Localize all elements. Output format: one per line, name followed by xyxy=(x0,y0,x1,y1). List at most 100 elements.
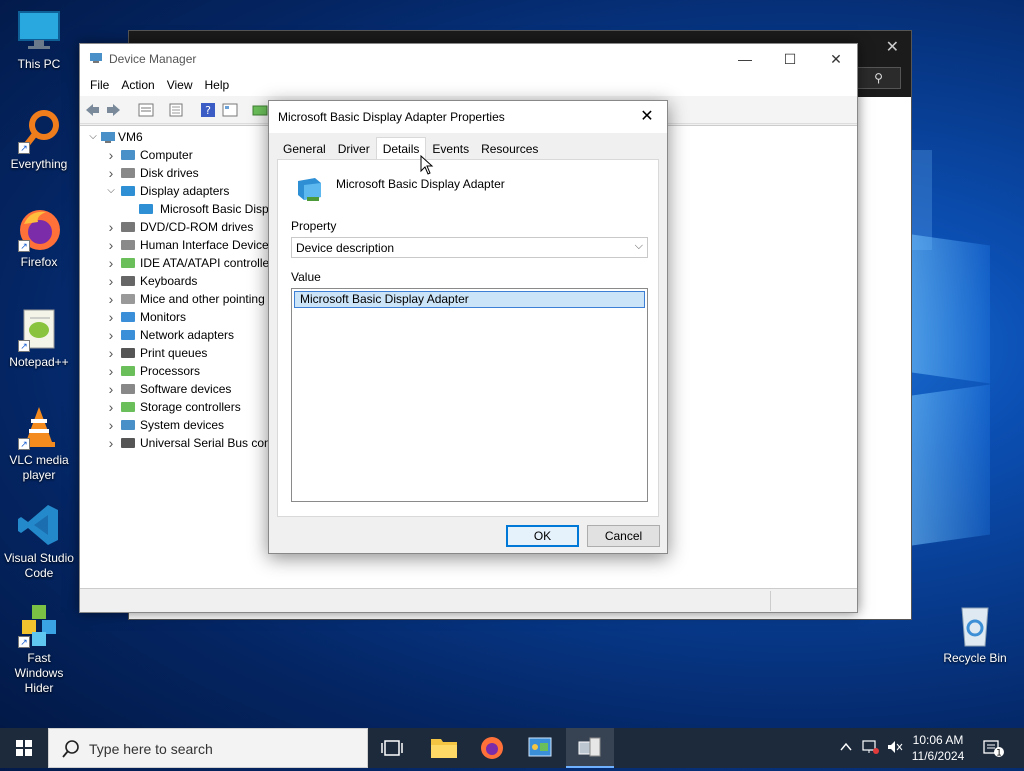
menu-action[interactable]: Action xyxy=(115,74,160,96)
monitor-icon xyxy=(16,8,62,54)
value-list-item[interactable]: Microsoft Basic Display Adapter xyxy=(294,291,645,308)
device-manager-titlebar: Device Manager — ☐ ✕ xyxy=(80,44,857,74)
chevron-right-icon[interactable]: › xyxy=(106,218,116,236)
start-button[interactable] xyxy=(0,728,48,768)
chevron-right-icon[interactable]: › xyxy=(106,236,116,254)
chevron-right-icon[interactable]: › xyxy=(106,380,116,398)
task-view-icon xyxy=(381,740,403,756)
menu-help[interactable]: Help xyxy=(199,74,236,96)
chevron-right-icon[interactable]: › xyxy=(106,290,116,308)
ok-button[interactable]: OK xyxy=(506,525,579,547)
desktop-icon-label: Firefox xyxy=(20,255,58,269)
taskbar-file-explorer[interactable] xyxy=(422,728,466,768)
value-listbox[interactable]: Microsoft Basic Display Adapter xyxy=(291,288,648,502)
desktop-icon-fast-windows-hider[interactable]: ↗ Fast Windows Hider xyxy=(2,602,76,696)
chevron-right-icon[interactable]: › xyxy=(106,362,116,380)
desktop-icon-label: Visual Studio Code xyxy=(4,551,74,580)
notification-center-icon[interactable]: 1 xyxy=(982,738,1004,761)
chevron-down-icon: ⌵ xyxy=(634,240,643,252)
forward-arrow-icon[interactable] xyxy=(106,102,122,118)
cubes-icon: ↗ xyxy=(16,602,62,648)
back-arrow-icon[interactable] xyxy=(84,102,100,118)
dialog-title: Microsoft Basic Display Adapter Properti… xyxy=(278,110,505,124)
search-icon xyxy=(62,740,79,758)
tab-driver[interactable]: Driver xyxy=(332,139,376,159)
chevron-right-icon[interactable]: › xyxy=(106,416,116,434)
chevron-right-icon[interactable]: › xyxy=(106,308,116,326)
maximize-button[interactable]: ☐ xyxy=(767,48,813,70)
device-category-icon xyxy=(120,219,136,235)
device-category-icon xyxy=(120,417,136,433)
close-button[interactable]: ✕ xyxy=(813,48,859,70)
tree-item-label: Keyboards xyxy=(140,274,198,288)
shortcut-arrow-icon: ↗ xyxy=(18,142,30,154)
chevron-down-icon[interactable]: ⌵ xyxy=(88,128,98,146)
taskbar-device-manager[interactable] xyxy=(566,728,614,768)
tree-item-label: Universal Serial Bus cont xyxy=(140,436,275,450)
properties-icon[interactable] xyxy=(138,102,154,118)
menu-view[interactable]: View xyxy=(161,74,199,96)
chevron-right-icon[interactable]: › xyxy=(106,164,116,182)
device-manager-icon xyxy=(578,737,601,757)
chevron-up-icon[interactable] xyxy=(838,739,854,758)
notepad-plus-plus-icon: ↗ xyxy=(16,306,62,352)
chevron-right-icon[interactable]: › xyxy=(106,344,116,362)
property-dropdown[interactable]: Device description ⌵ xyxy=(291,237,648,258)
close-icon[interactable]: ✕ xyxy=(886,37,899,57)
desktop-icon-recycle-bin[interactable]: Recycle Bin xyxy=(938,602,1012,666)
menu-bar: File Action View Help xyxy=(80,74,857,96)
desktop-icon-vscode[interactable]: Visual Studio Code xyxy=(2,502,76,581)
chevron-right-icon[interactable]: › xyxy=(106,398,116,416)
chevron-right-icon[interactable]: › xyxy=(106,434,116,452)
dialog-titlebar: Microsoft Basic Display Adapter Properti… xyxy=(269,101,667,133)
chevron-right-icon[interactable]: › xyxy=(106,326,116,344)
tree-item-label: Network adapters xyxy=(140,328,235,342)
chevron-right-icon[interactable]: › xyxy=(106,254,116,272)
tree-item-label: System devices xyxy=(140,418,225,432)
device-category-icon xyxy=(120,273,136,289)
clock-date: 11/6/2024 xyxy=(911,749,965,763)
minimize-button[interactable]: — xyxy=(722,48,768,70)
svg-text:?: ? xyxy=(205,104,211,117)
view-icon[interactable] xyxy=(222,102,238,118)
update-driver-icon[interactable] xyxy=(252,102,268,118)
tab-resources[interactable]: Resources xyxy=(475,139,544,159)
desktop-icon-notepad-plus-plus[interactable]: ↗ Notepad++ xyxy=(2,306,76,370)
vlc-cone-icon: ↗ xyxy=(16,404,62,450)
shortcut-arrow-icon: ↗ xyxy=(18,240,30,252)
taskbar-control-panel[interactable] xyxy=(518,728,562,768)
chevron-right-icon[interactable]: › xyxy=(106,146,116,164)
desktop-icon-everything[interactable]: ↗ Everything xyxy=(2,108,76,172)
property-label: Property xyxy=(291,219,337,233)
windows-logo-icon xyxy=(16,740,32,756)
tree-item-label: Computer xyxy=(140,148,193,162)
desktop-icon-vlc[interactable]: ↗ VLC media player xyxy=(2,404,76,483)
search-icon[interactable]: ⚲ xyxy=(856,67,901,89)
system-clock[interactable]: 10:06 AM 11/6/2024 xyxy=(902,732,974,764)
network-icon[interactable] xyxy=(861,739,879,758)
properties-dialog[interactable]: Microsoft Basic Display Adapter Properti… xyxy=(268,100,668,554)
taskbar-firefox[interactable] xyxy=(470,728,514,768)
taskbar-search-box[interactable]: Type here to search xyxy=(48,728,368,768)
tree-item-label: Print queues xyxy=(140,346,208,360)
tree-item-label: Disk drives xyxy=(140,166,199,180)
taskbar: Type here to search 10:06 AM 11/6/2024 1 xyxy=(0,728,1024,768)
help-icon[interactable]: ? xyxy=(200,102,216,118)
chevron-down-icon[interactable]: ⌵ xyxy=(106,182,116,200)
device-category-icon xyxy=(120,237,136,253)
tab-strip: General Driver Details Events Resources xyxy=(277,137,544,160)
desktop-icon-this-pc[interactable]: This PC xyxy=(2,8,76,72)
tree-item-label: Mice and other pointing xyxy=(140,292,265,306)
menu-file[interactable]: File xyxy=(84,74,115,96)
device-category-icon xyxy=(120,147,136,163)
window-title: Device Manager xyxy=(109,52,197,66)
close-icon[interactable]: ✕ xyxy=(635,105,659,129)
scan-icon[interactable] xyxy=(168,102,184,118)
task-view-button[interactable] xyxy=(372,728,412,768)
chevron-right-icon[interactable]: › xyxy=(106,272,116,290)
desktop-icon-firefox[interactable]: ↗ Firefox xyxy=(2,206,76,270)
tab-general[interactable]: General xyxy=(277,139,332,159)
notification-count: 1 xyxy=(996,749,1002,759)
tab-details[interactable]: Details xyxy=(375,137,427,159)
cancel-button[interactable]: Cancel xyxy=(587,525,660,547)
